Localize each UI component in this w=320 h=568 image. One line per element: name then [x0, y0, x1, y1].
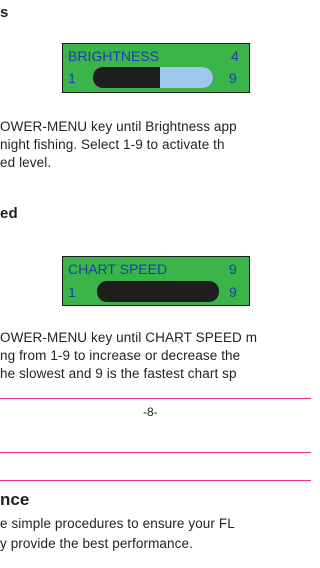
page-number: -8- [143, 405, 158, 419]
chart-speed-max-label: 9 [229, 284, 237, 300]
section-heading-fragment: ed [0, 205, 18, 222]
brightness-text-line-2: night fishing. Select 1-9 to activate th [0, 137, 225, 152]
page-divider-top [0, 398, 311, 399]
section-heading-fragment: s [0, 4, 9, 21]
brightness-value: 4 [231, 48, 239, 64]
chart-speed-text-line-1: OWER-MENU key until CHART SPEED m [0, 330, 258, 345]
section-heading-fragment: nce [0, 490, 30, 509]
brightness-max-label: 9 [229, 70, 237, 86]
brightness-level-bar [93, 67, 213, 88]
chart-speed-level-bar [97, 281, 219, 302]
maintenance-text-line-2: y provide the best performance. [0, 536, 193, 551]
chart-speed-lcd-display: CHART SPEED 9 1 9 [62, 256, 250, 306]
brightness-lcd-display: BRIGHTNESS 4 1 9 [62, 43, 250, 93]
page-divider-bottom [0, 480, 311, 481]
maintenance-text-line-1: e simple procedures to ensure your FL [0, 516, 235, 531]
chart-speed-text-line-2: ng from 1-9 to increase or decrease the [0, 348, 241, 363]
chart-speed-min-label: 1 [68, 284, 76, 300]
brightness-text-line-1: OWER-MENU key until Brightness app [0, 119, 237, 134]
brightness-level-fill [157, 67, 213, 88]
brightness-min-label: 1 [68, 70, 76, 86]
brightness-label: BRIGHTNESS [68, 48, 160, 64]
chart-speed-value: 9 [229, 261, 237, 277]
chart-speed-label: CHART SPEED [68, 261, 168, 277]
brightness-text-line-3: ed level. [0, 155, 52, 170]
page-divider-middle [0, 452, 311, 453]
chart-speed-text-line-3: he slowest and 9 is the fastest chart sp [0, 366, 237, 381]
